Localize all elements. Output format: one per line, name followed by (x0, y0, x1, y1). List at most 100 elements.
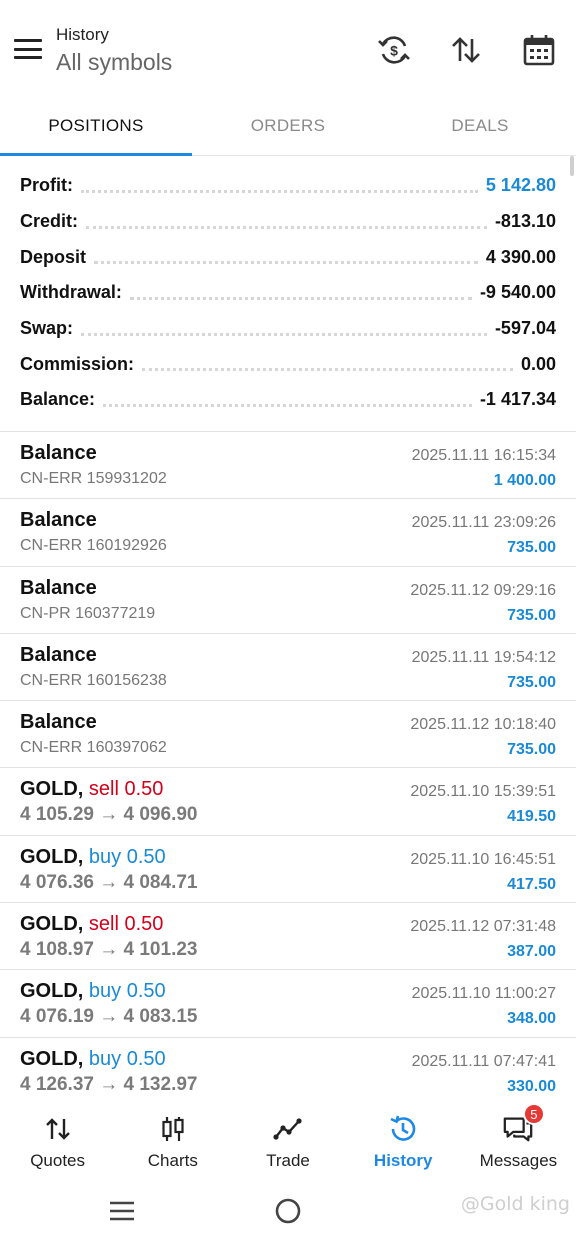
nav-charts[interactable]: Charts (115, 1095, 230, 1181)
list-item[interactable]: Balance CN-ERR 159931202 2025.11.11 16:1… (0, 432, 576, 500)
deal-side: buy 0.50 (88, 1047, 166, 1070)
deal-time: 2025.11.11 07:47:41 (411, 1052, 556, 1070)
deal-amount: 417.50 (507, 875, 556, 893)
nav-history[interactable]: History (346, 1095, 461, 1181)
tab-deals[interactable]: DEALS (384, 96, 576, 155)
deal-type: Balance (20, 711, 97, 734)
app-header: History All symbols $ (0, 0, 576, 96)
page-title: History (56, 25, 109, 44)
watermark: @Gold king (460, 1193, 570, 1215)
deal-symbol: GOLD, (20, 980, 84, 1003)
deal-prices: 4 108.97 → 4 101.23 (20, 939, 198, 961)
deals-list: Balance CN-ERR 159931202 2025.11.11 16:1… (0, 431, 576, 1105)
svg-text:$: $ (390, 43, 398, 59)
dot-leader (103, 389, 472, 407)
deal-title: GOLD, buy 0.50 (20, 1048, 166, 1071)
deal-amount: 419.50 (507, 808, 556, 826)
deal-type: Balance (20, 442, 97, 464)
summary-label: Profit: (20, 175, 73, 196)
home-icon[interactable] (274, 1197, 302, 1230)
deal-prices: 4 076.19 → 4 083.15 (20, 1006, 198, 1028)
deal-comment: CN-PR 160377219 (20, 604, 156, 622)
history-icon (387, 1113, 419, 1145)
dot-leader (81, 318, 487, 336)
list-item[interactable]: GOLD, sell 0.50 4 105.29 → 4 096.90 2025… (0, 768, 576, 836)
deal-amount: 735.00 (507, 539, 556, 557)
nav-label: Trade (266, 1151, 310, 1170)
list-item[interactable]: GOLD, buy 0.50 4 076.19 → 4 083.15 2025.… (0, 970, 576, 1038)
title-block[interactable]: History All symbols (56, 24, 172, 78)
summary-value: -9 540.00 (479, 282, 556, 303)
deal-amount: 735.00 (507, 741, 556, 759)
deal-time: 2025.11.12 07:31:48 (410, 918, 556, 936)
unread-badge: 5 (522, 1103, 545, 1125)
summary-row-balance: Balance: -1 417.34 (0, 382, 576, 418)
deal-comment: CN-ERR 160397062 (20, 739, 167, 757)
calendar-icon[interactable] (517, 28, 561, 72)
deal-amount: 735.00 (507, 673, 556, 691)
deal-time: 2025.11.10 11:00:27 (411, 985, 556, 1003)
deal-time: 2025.11.11 16:15:34 (411, 447, 556, 464)
deal-amount: 387.00 (507, 943, 556, 961)
list-item[interactable]: Balance CN-ERR 160156238 2025.11.11 19:5… (0, 634, 576, 702)
list-item[interactable]: GOLD, sell 0.50 4 108.97 → 4 101.23 2025… (0, 903, 576, 971)
deal-time: 2025.11.12 09:29:16 (410, 581, 556, 599)
deal-amount: 735.00 (507, 606, 556, 624)
nav-quotes[interactable]: Quotes (0, 1095, 115, 1181)
quotes-icon (42, 1113, 74, 1145)
dot-leader (81, 175, 478, 193)
summary-label: Deposit (20, 246, 87, 267)
sort-icon[interactable] (444, 28, 488, 72)
summary-label: Credit: (20, 211, 78, 232)
dot-leader (94, 246, 478, 265)
summary-row-profit: Profit: 5 142.80 (0, 168, 576, 204)
nav-label: Charts (147, 1151, 198, 1170)
summary-label: Swap: (20, 318, 74, 339)
deal-side: buy 0.50 (88, 980, 166, 1003)
deal-symbol: GOLD, (20, 845, 84, 868)
tab-positions[interactable]: POSITIONS (0, 96, 192, 156)
summary-row-swap: Swap: -597.04 (0, 311, 576, 347)
dot-leader (86, 211, 487, 229)
list-item[interactable]: Balance CN-PR 160377219 2025.11.12 09:29… (0, 567, 576, 634)
deal-comment: CN-ERR 160156238 (20, 671, 167, 689)
menu-icon[interactable] (12, 34, 44, 64)
nav-trade[interactable]: Trade (230, 1095, 345, 1181)
deal-amount: 348.00 (507, 1010, 556, 1028)
deal-prices: 4 126.37 → 4 132.97 (20, 1073, 198, 1095)
refresh-currency-icon[interactable]: $ (372, 28, 416, 72)
list-item[interactable]: GOLD, buy 0.50 4 076.36 → 4 084.71 2025.… (0, 836, 576, 904)
dot-leader (142, 353, 513, 372)
recent-apps-icon[interactable] (108, 1200, 136, 1227)
nav-messages[interactable]: 5 Messages (461, 1095, 576, 1181)
deal-side: sell 0.50 (88, 913, 164, 936)
summary-value: -813.10 (494, 211, 556, 232)
summary-value: -1 417.34 (479, 389, 556, 410)
list-item[interactable]: Balance CN-ERR 160397062 2025.11.12 10:1… (0, 701, 576, 769)
symbol-filter: All symbols (56, 49, 173, 75)
tab-orders[interactable]: ORDERS (192, 96, 384, 155)
deal-symbol: GOLD, (20, 778, 84, 801)
deal-time: 2025.11.11 19:54:12 (411, 648, 556, 666)
deal-comment: CN-ERR 159931202 (20, 470, 167, 487)
nav-label: History (373, 1151, 433, 1170)
nav-label: Messages (479, 1151, 558, 1170)
list-item[interactable]: Balance CN-ERR 160192926 2025.11.11 23:0… (0, 499, 576, 567)
deal-comment: CN-ERR 160192926 (20, 537, 167, 555)
deal-title: GOLD, sell 0.50 (20, 778, 163, 801)
bottom-navigation: Quotes Charts Trade History 5 Messages (0, 1095, 576, 1181)
summary-panel: Profit: 5 142.80 Credit: -813.10 Deposit… (0, 168, 576, 418)
summary-value: 4 390.00 (485, 246, 556, 267)
deal-type: Balance (20, 643, 97, 666)
deal-side: buy 0.50 (88, 845, 166, 868)
deal-time: 2025.11.12 10:18:40 (410, 716, 556, 734)
deal-title: GOLD, buy 0.50 (20, 846, 166, 869)
deal-type: Balance (20, 576, 97, 599)
summary-label: Withdrawal: (20, 282, 122, 303)
system-nav-bar: @Gold king (0, 1181, 576, 1241)
deal-prices: 4 105.29 → 4 096.90 (20, 804, 198, 826)
deal-title: GOLD, buy 0.50 (20, 980, 166, 1003)
deal-time: 2025.11.11 23:09:26 (411, 514, 556, 532)
deal-type: Balance (20, 509, 97, 532)
deal-symbol: GOLD, (20, 1047, 84, 1070)
